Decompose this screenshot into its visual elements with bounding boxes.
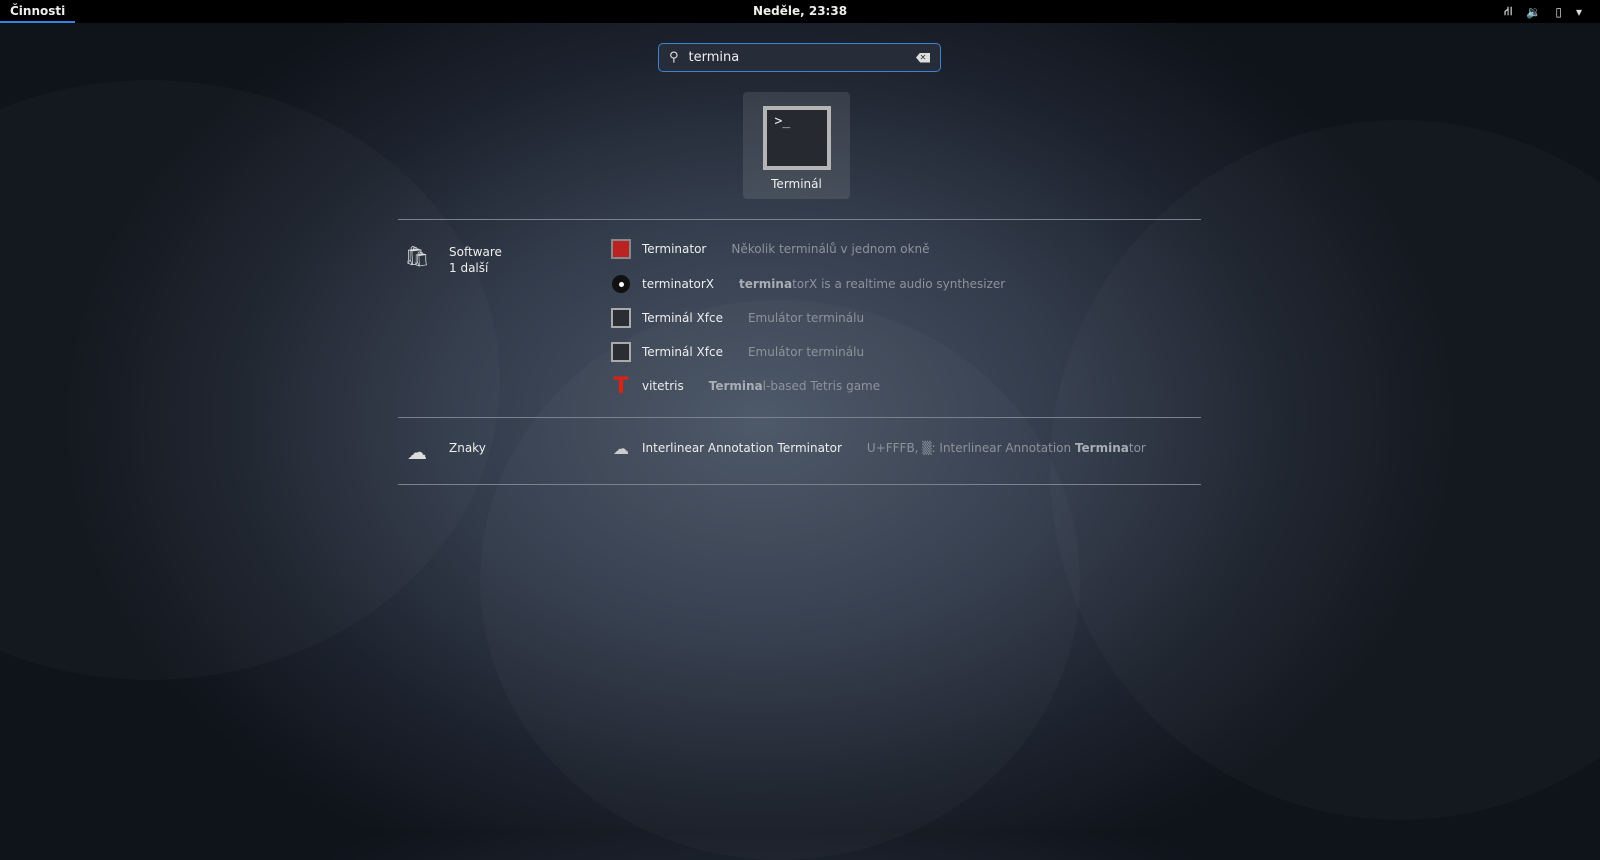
tetris-icon: T bbox=[613, 373, 629, 399]
result-name: terminatorX bbox=[642, 277, 714, 291]
result-item[interactable]: ☁ Interlinear Annotation Terminator U+FF… bbox=[611, 436, 1146, 460]
network-icon: ⛙ bbox=[1503, 3, 1513, 18]
characters-icon: ☁ bbox=[407, 440, 427, 464]
search-input[interactable] bbox=[688, 50, 916, 65]
result-description: Několik terminálů v jednom okně bbox=[731, 242, 930, 256]
activities-button[interactable]: Činnosti bbox=[0, 0, 76, 23]
result-name: Terminál Xfce bbox=[642, 345, 723, 359]
terminal-icon bbox=[611, 308, 631, 328]
result-name: Terminator bbox=[642, 242, 707, 256]
result-description: terminatorX is a realtime audio synthesi… bbox=[739, 277, 1006, 291]
menu-arrow-icon: ▾ bbox=[1575, 4, 1582, 19]
search-icon: ⚲ bbox=[669, 50, 679, 65]
result-item[interactable]: T vitetris Terminal-based Tetris game bbox=[611, 373, 881, 399]
result-item[interactable]: terminatorX terminatorX is a realtime au… bbox=[611, 272, 1005, 296]
result-name: vitetris bbox=[642, 379, 684, 393]
result-name: Interlinear Annotation Terminator bbox=[642, 441, 842, 455]
clear-icon[interactable]: ✕ bbox=[916, 52, 930, 63]
app-tile-terminal[interactable]: >_ Terminál bbox=[743, 92, 850, 199]
clock[interactable]: Neděle, 23:38 bbox=[753, 0, 847, 23]
software-bag-icon: 🛍 bbox=[404, 244, 430, 268]
system-tray[interactable]: ⛙ 🔉 ▯ ▾ bbox=[1504, 0, 1582, 23]
result-item[interactable]: Terminál Xfce Emulátor terminálu bbox=[611, 306, 864, 330]
search-field[interactable]: ⚲ ✕ bbox=[658, 43, 941, 72]
terminal-icon bbox=[611, 342, 631, 362]
provider-characters[interactable]: ☁ Znaky bbox=[405, 440, 486, 464]
characters-icon: ☁ bbox=[613, 438, 629, 458]
battery-icon: ▯ bbox=[1555, 4, 1562, 19]
terminator-icon bbox=[611, 239, 631, 259]
divider bbox=[398, 219, 1201, 220]
volume-icon: 🔉 bbox=[1526, 4, 1542, 19]
provider-more[interactable]: 1 další bbox=[449, 260, 502, 276]
app-label: Terminál bbox=[771, 177, 822, 191]
provider-name: Software bbox=[449, 245, 502, 259]
divider bbox=[398, 484, 1201, 485]
result-description: Emulátor terminálu bbox=[747, 345, 865, 359]
top-bar: Činnosti Neděle, 23:38 ⛙ 🔉 ▯ ▾ bbox=[0, 0, 1600, 23]
result-name: Terminál Xfce bbox=[642, 311, 723, 325]
provider-software[interactable]: 🛍 Software 1 další bbox=[404, 244, 502, 276]
result-description: Terminal-based Tetris game bbox=[708, 379, 881, 393]
result-description: Emulátor terminálu bbox=[747, 311, 865, 325]
vinyl-icon bbox=[611, 274, 631, 294]
terminal-icon: >_ bbox=[762, 106, 831, 170]
divider bbox=[398, 417, 1201, 418]
result-item[interactable]: Terminál Xfce Emulátor terminálu bbox=[611, 340, 864, 364]
provider-name: Znaky bbox=[449, 441, 486, 455]
result-item[interactable]: Terminator Několik terminálů v jednom ok… bbox=[611, 237, 930, 261]
result-description: U+FFFB, ▒: Interlinear Annotation Termin… bbox=[866, 441, 1146, 455]
